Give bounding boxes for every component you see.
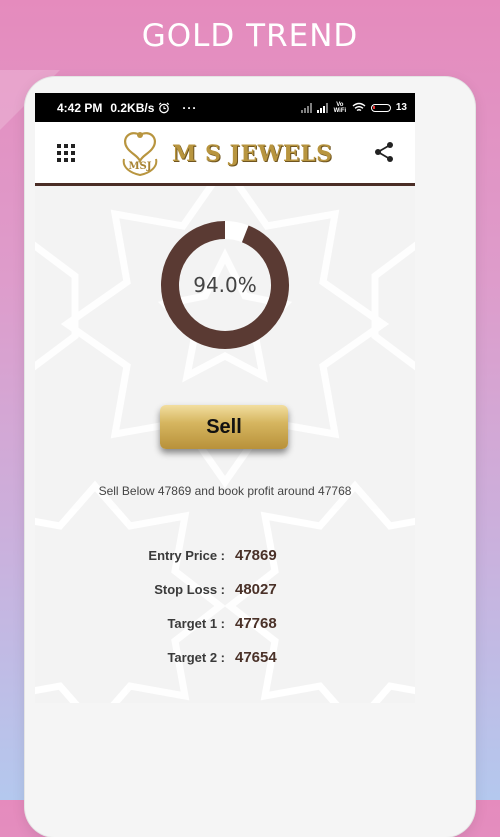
detail-row-stop-loss: Stop Loss : 48027 [35,581,415,616]
progress-value: 94.0% [193,273,257,297]
detail-row-target-2: Target 2 : 47654 [35,649,415,684]
detail-value: 48027 [235,581,277,598]
signal-panel: 94.0% Sell Sell Below 47869 and book pro… [35,186,415,703]
promo-title: GOLD TREND [141,18,359,54]
alarm-clock-icon [159,102,170,113]
detail-value: 47654 [235,649,277,666]
wifi-icon [352,102,366,112]
svg-text:MSJ: MSJ [128,161,151,172]
detail-row-entry-price: Entry Price : 47869 [35,547,415,582]
vowifi-label: Vo WiFi [333,101,347,114]
share-icon[interactable] [373,141,395,163]
status-bar: 4:42 PM 0.2KB/s ··· Vo WiFi 13 [35,93,415,122]
app-bar: MSJ M S JEWELS [35,122,415,186]
detail-label: Entry Price : [148,548,225,563]
detail-value: 47768 [235,615,277,632]
app-screen: 4:42 PM 0.2KB/s ··· Vo WiFi 13 MSJ M S J… [35,93,415,703]
detail-row-target-1: Target 1 : 47768 [35,615,415,650]
sell-button[interactable]: Sell [160,405,288,449]
signal-icon-2 [316,102,328,113]
network-speed: 0.2KB/s [110,100,155,115]
detail-value: 47869 [235,547,277,564]
detail-label: Target 1 : [167,616,225,631]
status-time: 4:42 PM [57,100,103,115]
trade-details: Entry Price : 47869 Stop Loss : 48027 Ta… [35,547,415,684]
detail-label: Target 2 : [167,650,225,665]
more-notifications-icon: ··· [182,100,198,115]
signal-icon [300,102,312,113]
battery-percent: 13 [395,102,407,113]
brand-logo: MSJ M S JEWELS [118,131,333,177]
logo-emblem-icon: MSJ [122,132,158,177]
trade-advice: Sell Below 47869 and book profit around … [98,484,352,498]
grid-menu-icon[interactable] [57,144,75,162]
brand-name: M S JEWELS [172,141,333,167]
detail-label: Stop Loss : [154,582,225,597]
battery-icon [370,103,391,112]
